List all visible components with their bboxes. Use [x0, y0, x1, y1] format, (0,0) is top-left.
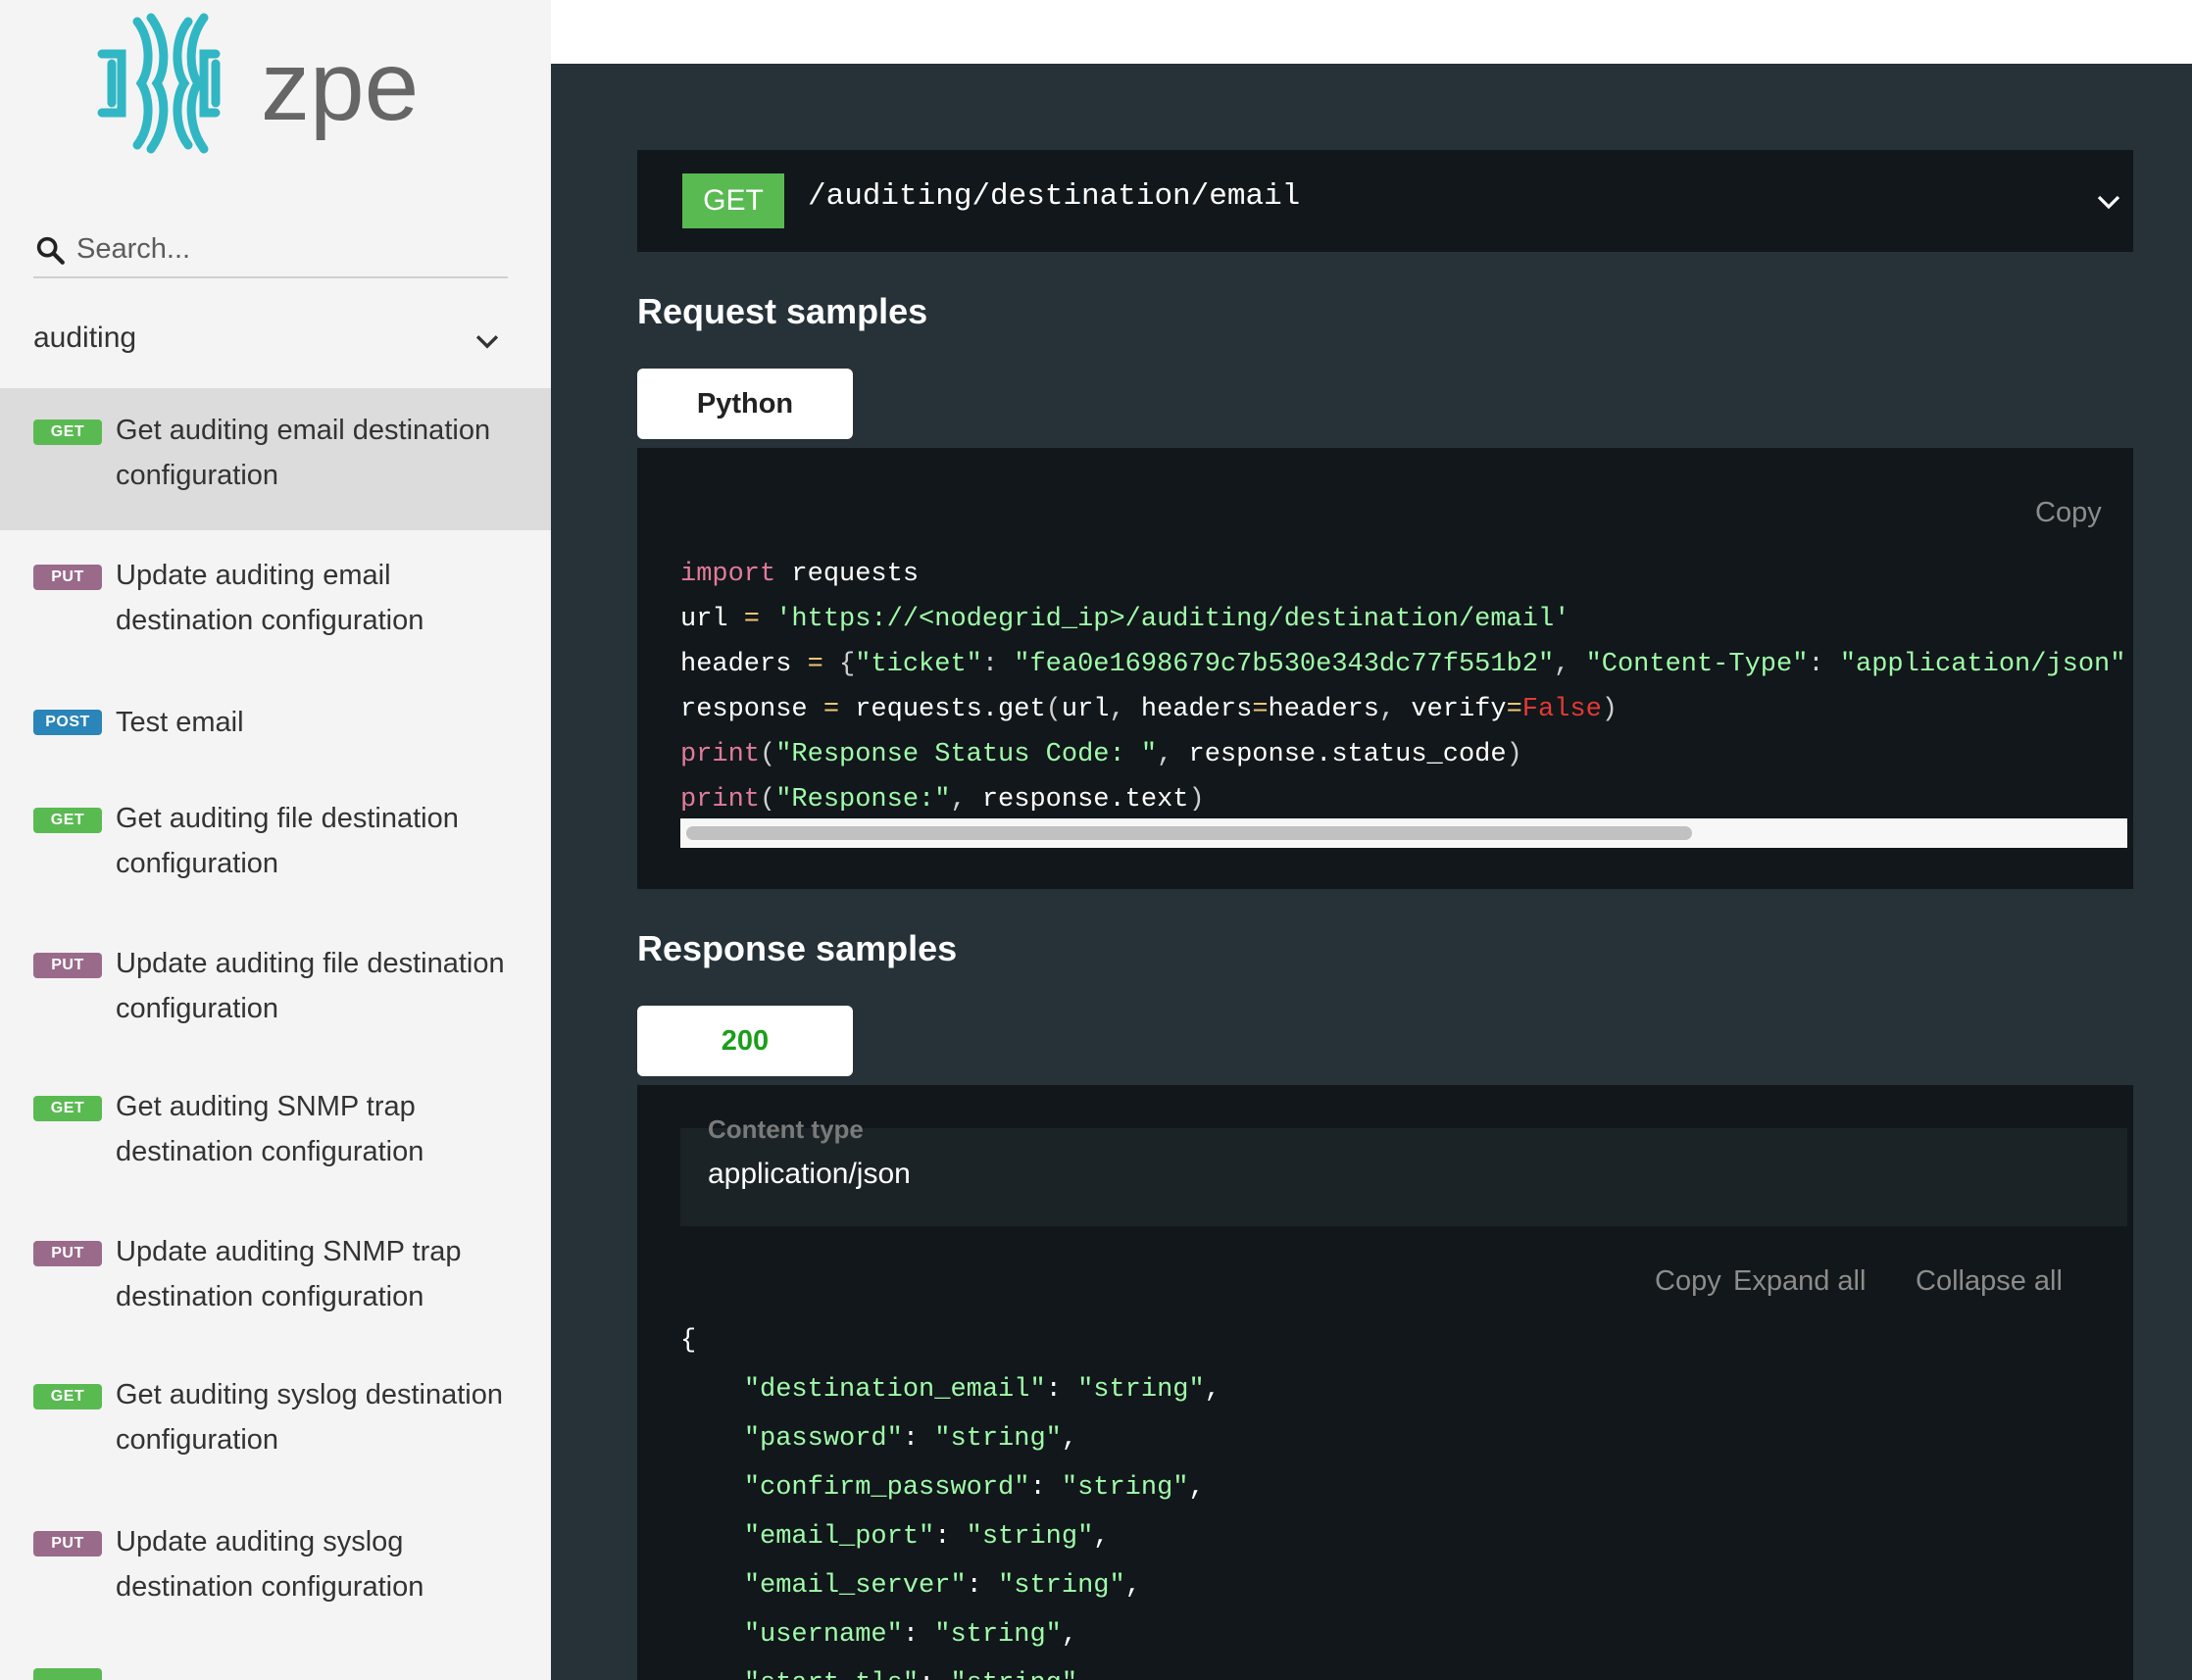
json-field: "confirm_password": "string",: [743, 1473, 1205, 1503]
method-badge: PUT: [33, 953, 102, 978]
sidebar: zpe auditing GET Get auditing email dest…: [0, 0, 551, 1680]
sidebar-item-get-file-destination[interactable]: GET Get auditing file destination config…: [0, 794, 551, 931]
sidebar-item-get-syslog-destination[interactable]: GET Get auditing syslog destination conf…: [0, 1370, 551, 1507]
sidebar-item-update-snmp-destination[interactable]: PUT Update auditing SNMP trap destinatio…: [0, 1225, 551, 1362]
top-strip: [551, 0, 2192, 64]
expand-all-button[interactable]: Expand all: [1733, 1265, 1866, 1298]
sidebar-item-label: Update auditing email destination config…: [116, 560, 424, 636]
sidebar-item-get-snmp-destination[interactable]: GET Get auditing SNMP trap destination c…: [0, 1082, 551, 1219]
search-input[interactable]: [76, 227, 488, 271]
code-line: print("Response:", response.text): [680, 785, 1205, 811]
method-badge: PUT: [33, 1241, 102, 1266]
sidebar-item-next[interactable]: [0, 1666, 551, 1680]
copy-button[interactable]: Copy: [1655, 1265, 1721, 1298]
content-type-label: Content type: [708, 1114, 864, 1144]
tab-python[interactable]: Python: [637, 369, 853, 439]
sidebar-item-label: Get auditing SNMP trap destination confi…: [116, 1091, 424, 1167]
json-field: "email_port": "string",: [743, 1522, 1110, 1552]
chevron-down-icon: [475, 335, 499, 349]
json-field: "email_server": "string",: [743, 1571, 1141, 1601]
horizontal-scrollbar[interactable]: [680, 818, 2127, 848]
content-type-box: Content type application/json: [680, 1114, 2127, 1226]
sidebar-item-test-email[interactable]: POST Test email: [0, 686, 551, 774]
json-field: "start_tls": "string",: [680, 1659, 2127, 1680]
json-field: "password": "string",: [743, 1424, 1078, 1454]
code-line: response = requests.get(url, headers=hea…: [680, 695, 1618, 724]
sidebar-item-update-syslog-destination[interactable]: PUT Update auditing syslog destination c…: [0, 1515, 551, 1653]
method-badge: GET: [33, 1096, 102, 1121]
sidebar-item-label: Update auditing file destination configu…: [116, 948, 505, 1024]
endpoint-path: /auditing/destination/email: [808, 179, 1301, 214]
json-sample: { "destination_email": "string", "passwo…: [680, 1316, 2127, 1680]
json-field: "destination_email": "string",: [743, 1375, 1221, 1405]
code-line: import requests: [680, 560, 920, 589]
collapse-all-button[interactable]: Collapse all: [1916, 1265, 2063, 1298]
method-badge: GET: [33, 1384, 102, 1409]
sidebar-item-update-email-destination[interactable]: PUT Update auditing email destination co…: [0, 535, 551, 672]
logo-wordmark: zpe: [261, 31, 419, 141]
response-samples-title: Response samples: [637, 928, 958, 968]
chevron-down-icon: [2097, 195, 2120, 210]
method-badge: PUT: [33, 1531, 102, 1556]
scrollbar-thumb[interactable]: [686, 826, 1692, 840]
sidebar-item-update-file-destination[interactable]: PUT Update auditing file destination con…: [0, 937, 551, 1074]
json-open-brace: {: [680, 1326, 697, 1356]
copy-button[interactable]: Copy: [2035, 497, 2102, 529]
content-type-value: application/json: [708, 1158, 911, 1190]
endpoint-method-badge: GET: [682, 173, 784, 228]
code-line: headers = {"ticket": "fea0e1698679c7b530…: [680, 650, 2127, 679]
json-field: "username": "string",: [743, 1620, 1078, 1650]
sidebar-item-label: Test email: [116, 707, 244, 738]
tab-200[interactable]: 200: [637, 1006, 853, 1076]
method-badge: [33, 1668, 102, 1680]
code-line: url = 'https://<nodegrid_ip>/auditing/de…: [680, 605, 1570, 634]
search-icon: [36, 236, 65, 265]
method-badge: GET: [33, 808, 102, 833]
code-line: print("Response Status Code: ", response…: [680, 740, 1522, 769]
code-block: import requests url = 'https://<nodegrid_…: [680, 552, 2127, 811]
samples-panel: GET /auditing/destination/email Request …: [551, 64, 2192, 1680]
sidebar-item-label: Update auditing SNMP trap destination co…: [116, 1236, 462, 1312]
request-samples-title: Request samples: [637, 291, 928, 331]
method-badge: POST: [33, 710, 102, 735]
sidebar-item-label: Get auditing file destination configurat…: [116, 803, 459, 879]
endpoint-bar[interactable]: GET /auditing/destination/email: [637, 150, 2133, 252]
group-label: auditing: [33, 321, 137, 354]
group-header-auditing[interactable]: auditing: [0, 300, 551, 378]
sidebar-item-label: Update auditing syslog destination confi…: [116, 1526, 424, 1603]
zpe-logo[interactable]: zpe: [94, 10, 447, 157]
sidebar-item-label: Get auditing email destination configura…: [116, 415, 491, 491]
sidebar-item-label: Get auditing syslog destination configur…: [116, 1379, 503, 1456]
sidebar-item-get-email-destination[interactable]: GET Get auditing email destination confi…: [0, 388, 551, 530]
method-badge: PUT: [33, 565, 102, 590]
request-code-panel: Copy import requests url = 'https://<node…: [637, 448, 2133, 889]
response-code-panel: Content type application/json Copy Expan…: [637, 1085, 2133, 1680]
search-box: [33, 223, 508, 278]
method-badge: GET: [33, 420, 102, 445]
